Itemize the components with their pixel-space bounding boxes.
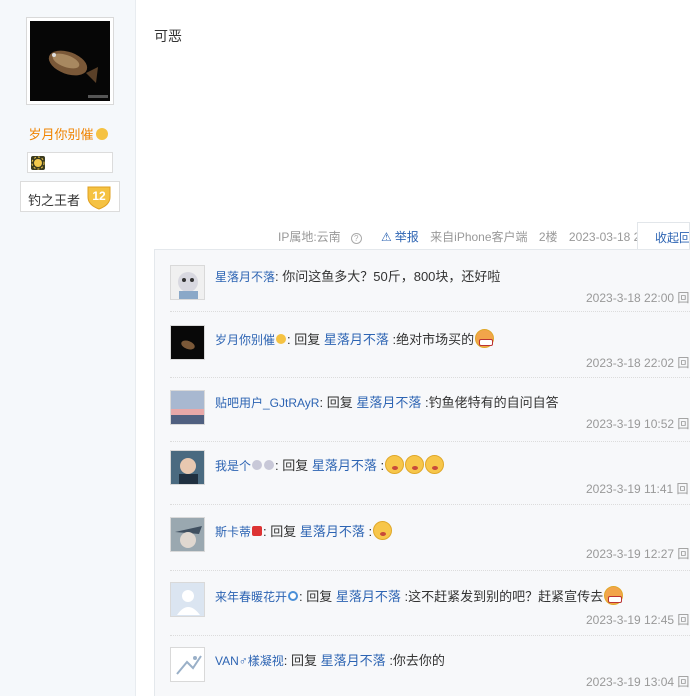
ip-location: IP属地:云南?	[278, 230, 370, 244]
user-avatar[interactable]	[170, 265, 205, 300]
post-tail: IP属地:云南? 举报 来自iPhone客户端 2楼 2023-03-18 21…	[278, 228, 672, 245]
user-avatar[interactable]	[170, 647, 205, 682]
reply-line: 斯卡蒂: 回复 星落月不落 :	[215, 521, 393, 540]
smile-emoji-icon	[276, 334, 287, 344]
post-content: 可恶	[154, 28, 182, 44]
author-name[interactable]: 岁月你别催	[0, 124, 136, 143]
reply-line: 来年春暖花开: 回复 星落月不落 :这不赶紧发到别的吧？赶紧宣传去	[215, 586, 624, 605]
author-name-label[interactable]: 岁月你别催	[28, 127, 93, 142]
author-column: 岁月你别催 钓之王者 12	[0, 0, 136, 696]
user-avatar[interactable]	[170, 517, 205, 552]
help-icon[interactable]: ?	[350, 233, 362, 244]
reply-line: 岁月你别催: 回复 星落月不落 :绝对市场买的	[215, 329, 495, 348]
reply-text: :钓鱼佬特有的自问自答	[424, 395, 559, 410]
reply-time[interactable]: 2023-3-19 11:41 回	[586, 480, 689, 497]
author-avatar[interactable]	[26, 17, 114, 105]
rose-emoji-icon	[252, 526, 263, 536]
reply-word: 回复	[326, 395, 353, 410]
client-source: 来自iPhone客户端	[430, 230, 528, 244]
reply-line: 贴吧用户_GJtRAyR: 回复 星落月不落 :钓鱼佬特有的自问自答	[215, 395, 559, 410]
reply-line: 星落月不落: 你问这鱼多大？50斤，800块，还好啦	[215, 269, 501, 284]
reply-word: 回复	[294, 332, 321, 347]
reply-line: 我是个: 回复 星落月不落 :	[215, 455, 445, 474]
reply-word: 回复	[270, 524, 297, 539]
reply-username[interactable]: 星落月不落	[215, 270, 275, 284]
reply-text: :绝对市场买的	[392, 332, 475, 347]
reply-time[interactable]: 2023-3-18 22:00 回	[586, 289, 689, 306]
shock-emoji-icon	[405, 455, 425, 474]
reply-time[interactable]: 2023-3-19 12:45 回	[586, 611, 689, 628]
reply-text: :这不赶紧发到别的吧？赶紧宣传去	[404, 589, 604, 604]
grimace-emoji-icon	[604, 586, 624, 605]
reply-word: 回复	[282, 458, 309, 473]
reply-username[interactable]: 我是个	[215, 459, 251, 473]
grimace-emoji-icon	[475, 329, 495, 348]
reply-target[interactable]: 星落月不落	[312, 458, 377, 473]
reply-time[interactable]: 2023-3-19 12:27 回	[586, 545, 689, 562]
reply-target[interactable]: 星落月不落	[336, 589, 401, 604]
reply-text: :	[380, 458, 385, 473]
reply-word: 回复	[306, 589, 333, 604]
mouse-emoji-icon	[252, 460, 263, 470]
collapse-replies-button[interactable]: 收起回	[637, 222, 690, 250]
divider	[170, 311, 690, 312]
reply-username[interactable]: 来年春暖花开	[215, 590, 287, 604]
reply-target[interactable]: 星落月不落	[321, 653, 386, 668]
level-number: 12	[92, 189, 106, 203]
divider	[170, 377, 690, 378]
reply-time[interactable]: 2023-3-18 22:02 回	[586, 354, 689, 371]
floor-number: 2楼	[538, 230, 558, 244]
level-badge[interactable]: 钓之王者 12	[20, 181, 120, 212]
fish-photo	[30, 21, 110, 101]
smile-emoji-icon	[95, 128, 108, 140]
shock-emoji-icon	[425, 455, 445, 474]
divider	[170, 504, 690, 505]
reply-target[interactable]: 星落月不落	[300, 524, 365, 539]
user-avatar[interactable]	[170, 582, 205, 617]
reply-time[interactable]: 2023-3-19 13:04 回	[586, 673, 689, 690]
user-avatar[interactable]	[170, 390, 205, 425]
reply-target[interactable]: 星落月不落	[356, 395, 421, 410]
user-avatar[interactable]	[170, 325, 205, 360]
reply-text: :你去你的	[389, 653, 445, 668]
reply-word: 回复	[291, 653, 318, 668]
reply-username[interactable]: 斯卡蒂	[215, 525, 251, 539]
reply-username[interactable]: 贴吧用户_GJtRAyR	[215, 396, 319, 410]
reply-username[interactable]: 岁月你别催	[215, 333, 275, 347]
divider	[170, 570, 690, 571]
badge-strip	[27, 152, 113, 173]
mouse-emoji-icon	[264, 460, 275, 470]
reply-time[interactable]: 2023-3-19 10:52 回	[586, 415, 689, 432]
reply-text: 你问这鱼多大？50斤，800块，还好啦	[282, 269, 501, 284]
reply-username[interactable]: VAN♂樣凝视	[215, 654, 284, 668]
user-avatar[interactable]	[170, 450, 205, 485]
swirl-emoji-icon	[288, 591, 299, 601]
report-link[interactable]: 举报	[381, 230, 419, 244]
divider	[170, 441, 690, 442]
sun-badge-icon[interactable]	[31, 156, 45, 170]
level-shield-icon: 12	[87, 186, 111, 210]
reply-target[interactable]: 星落月不落	[324, 332, 389, 347]
reply-text: :	[368, 524, 373, 539]
shock-emoji-icon	[385, 455, 405, 474]
divider	[170, 635, 690, 636]
reply-line: VAN♂樣凝视: 回复 星落月不落 :你去你的	[215, 653, 445, 668]
level-title: 钓之王者	[28, 193, 81, 208]
shock-emoji-icon	[373, 521, 393, 540]
